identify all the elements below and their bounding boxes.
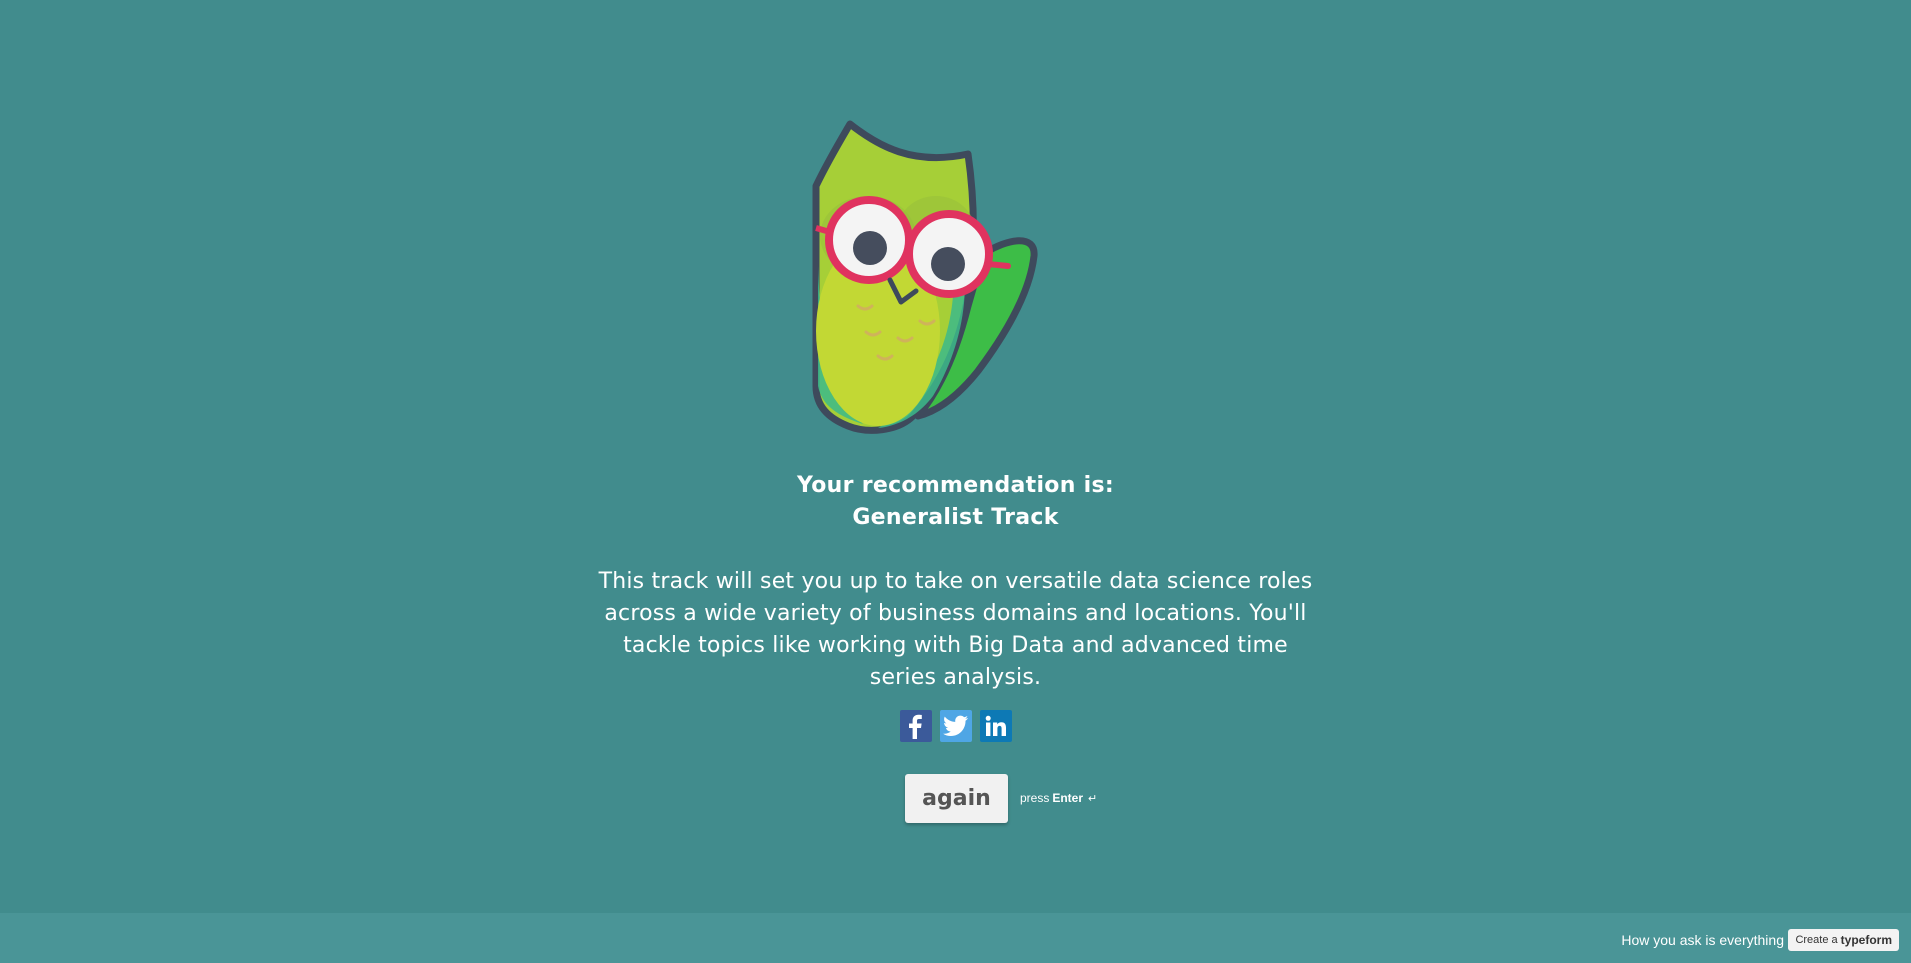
typeform-brand-text: typeform [1840,933,1892,947]
track-name: Generalist Track [852,505,1059,530]
again-button[interactable]: again [905,774,1008,823]
hint-key-text: Enter [1052,791,1084,805]
footer-tagline: How you ask is everything [1621,932,1784,948]
facebook-icon [909,714,922,739]
linkedin-icon [985,715,1006,736]
linkedin-share-button[interactable] [980,710,1012,742]
hint-press-text: press [1020,791,1050,805]
owl-mascot-image [812,120,1038,434]
create-prefix-text: Create a [1795,934,1838,946]
track-description: This track will set you up to take on ve… [598,569,1313,690]
share-buttons [900,710,1012,742]
enter-hint: press Enter ↵ [1020,791,1097,805]
result-screen: Your recommendation is: Generalist Track… [0,0,1911,963]
footer-bar: How you ask is everything Create a typef… [0,913,1911,963]
twitter-icon [943,715,968,736]
result-heading: Your recommendation is: [797,473,1114,498]
twitter-share-button[interactable] [940,710,972,742]
enter-icon: ↵ [1088,792,1098,805]
facebook-share-button[interactable] [900,710,932,742]
create-typeform-button[interactable]: Create a typeform [1788,929,1899,951]
